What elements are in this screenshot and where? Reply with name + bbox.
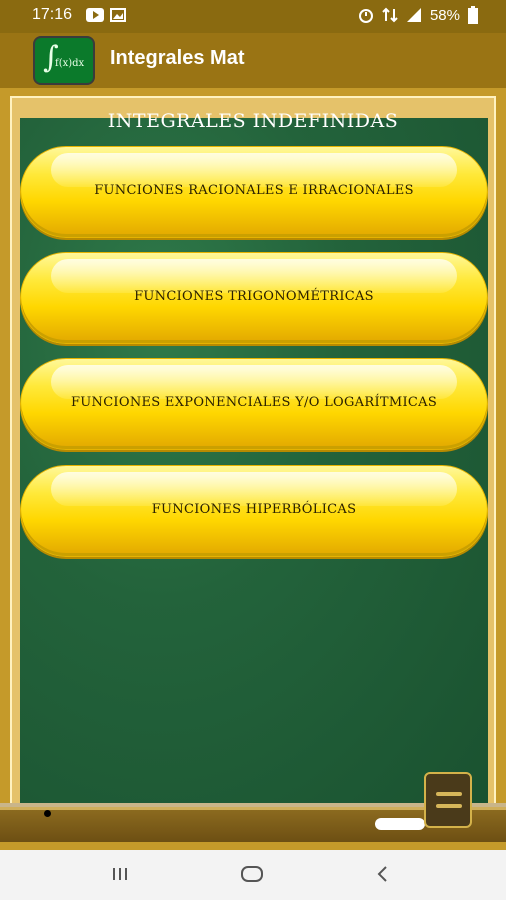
home-icon[interactable] xyxy=(240,862,264,886)
board-title: INTEGRALES INDEFINIDAS xyxy=(107,110,399,132)
menu-button[interactable] xyxy=(424,772,472,828)
button-label: FUNCIONES EXPONENCIALES Y/O LOGARÍTMICAS xyxy=(70,395,438,410)
button-label: FUNCIONES TRIGONOMÉTRICAS xyxy=(134,289,374,304)
signal-icon xyxy=(406,8,421,22)
network-icon xyxy=(382,7,398,23)
chalk-dot xyxy=(44,810,51,817)
button-hiperbolicas[interactable]: FUNCIONES HIPERBÓLICAS xyxy=(20,465,488,557)
app-bar: ∫ f(x)dx Integrales Mat xyxy=(0,33,506,88)
app-title: Integrales Mat xyxy=(110,47,245,69)
battery-percent: 58% xyxy=(429,6,460,24)
menu-icon xyxy=(436,792,462,796)
alarm-icon xyxy=(358,9,373,23)
button-label: FUNCIONES RACIONALES E IRRACIONALES xyxy=(94,183,414,198)
image-icon xyxy=(110,8,126,22)
app-logo: ∫ f(x)dx xyxy=(33,36,95,85)
youtube-icon xyxy=(86,8,104,22)
app-logo-text: f(x)dx xyxy=(55,58,85,69)
button-trigonometricas[interactable]: FUNCIONES TRIGONOMÉTRICAS xyxy=(20,252,488,344)
recent-apps-icon[interactable] xyxy=(110,862,130,886)
button-racionales[interactable]: FUNCIONES RACIONALES E IRRACIONALES xyxy=(20,146,488,238)
status-time: 17:16 xyxy=(32,6,73,23)
battery-icon xyxy=(468,6,478,24)
back-icon[interactable] xyxy=(372,862,392,886)
android-nav-bar xyxy=(0,850,506,900)
chalk-eraser xyxy=(375,818,425,830)
button-label: FUNCIONES HIPERBÓLICAS xyxy=(151,502,357,517)
status-bar: 17:16 58% xyxy=(0,0,506,33)
button-exponenciales[interactable]: FUNCIONES EXPONENCIALES Y/O LOGARÍTMICAS xyxy=(20,358,488,450)
menu-icon-bar xyxy=(436,804,462,808)
